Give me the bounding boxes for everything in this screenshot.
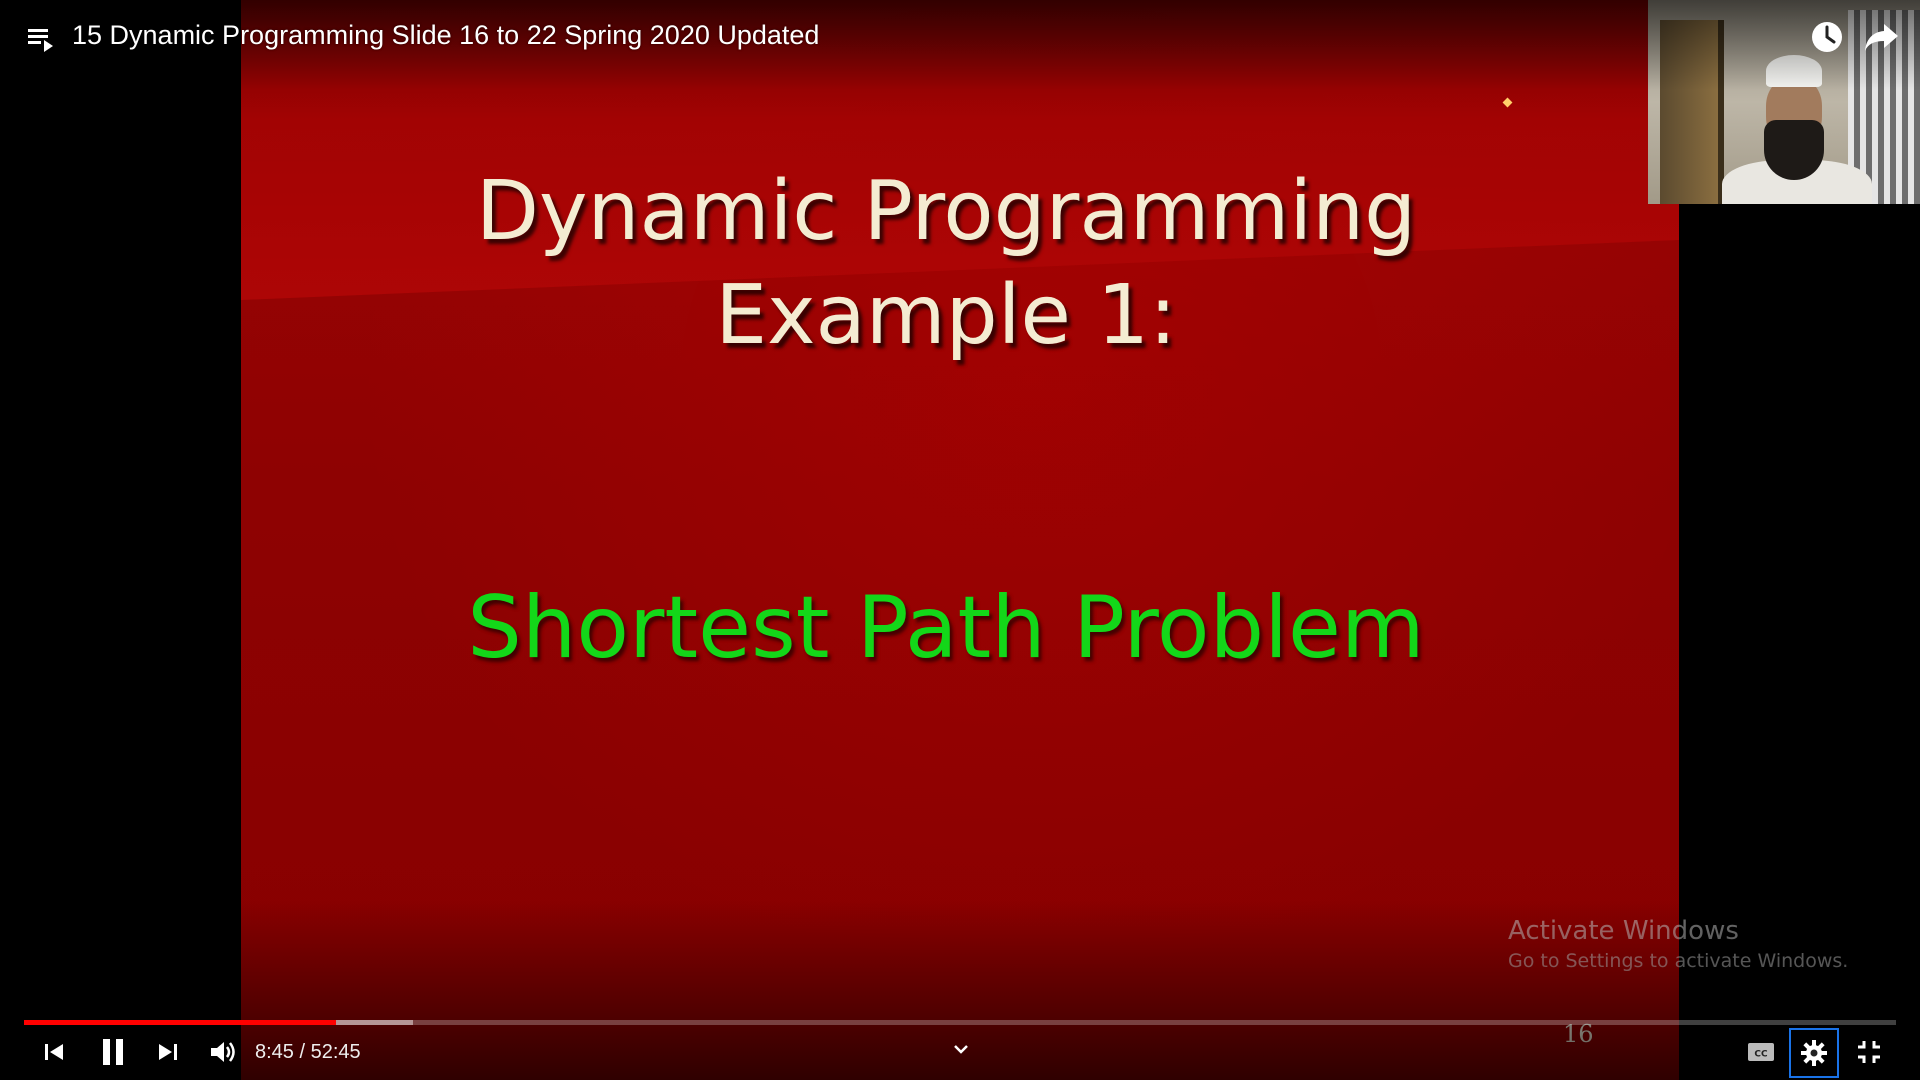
video-title[interactable]: 15 Dynamic Programming Slide 16 to 22 Sp… <box>72 18 819 52</box>
time-separator: / <box>293 1041 311 1063</box>
progress-bar[interactable] <box>24 1020 1896 1025</box>
svg-text:CC: CC <box>1754 1050 1768 1060</box>
video-player[interactable]: Dynamic Programming Example 1: Shortest … <box>0 0 1920 1080</box>
pause-icon[interactable] <box>96 1036 130 1068</box>
lecture-slide: Dynamic Programming Example 1: Shortest … <box>241 0 1679 1080</box>
watermark-subtitle: Go to Settings to activate Windows. <box>1508 950 1849 972</box>
presenter-cap <box>1766 55 1822 87</box>
slide-title-line-1: Dynamic Programming <box>475 164 1417 259</box>
exit-fullscreen-icon[interactable] <box>1852 1036 1886 1068</box>
time-display: 8:45 / 52:45 <box>255 1038 361 1066</box>
watermark-title: Activate Windows <box>1508 916 1739 946</box>
presenter-beard <box>1764 120 1824 180</box>
gear-icon[interactable] <box>1789 1028 1839 1078</box>
progress-played <box>24 1020 337 1025</box>
activate-windows-watermark: Activate Windows Go to Settings to activ… <box>1508 914 1848 974</box>
webcam-background-door <box>1660 20 1724 204</box>
volume-icon[interactable] <box>206 1036 240 1068</box>
slide-title: Dynamic Programming Example 1: <box>241 160 1651 368</box>
duration: 52:45 <box>310 1041 361 1063</box>
playlist-icon[interactable] <box>26 24 56 54</box>
slide-title-line-2: Example 1: <box>715 268 1177 363</box>
clock-icon[interactable] <box>1808 18 1846 56</box>
share-arrow-icon[interactable] <box>1862 18 1902 56</box>
skip-previous-icon[interactable] <box>38 1036 70 1068</box>
current-time: 8:45 <box>255 1041 294 1063</box>
slide-subtitle: Shortest Path Problem <box>467 578 1425 678</box>
cc-icon[interactable]: CC <box>1744 1036 1778 1068</box>
chevron-down-icon[interactable] <box>950 1040 972 1058</box>
skip-next-icon[interactable] <box>152 1036 184 1068</box>
